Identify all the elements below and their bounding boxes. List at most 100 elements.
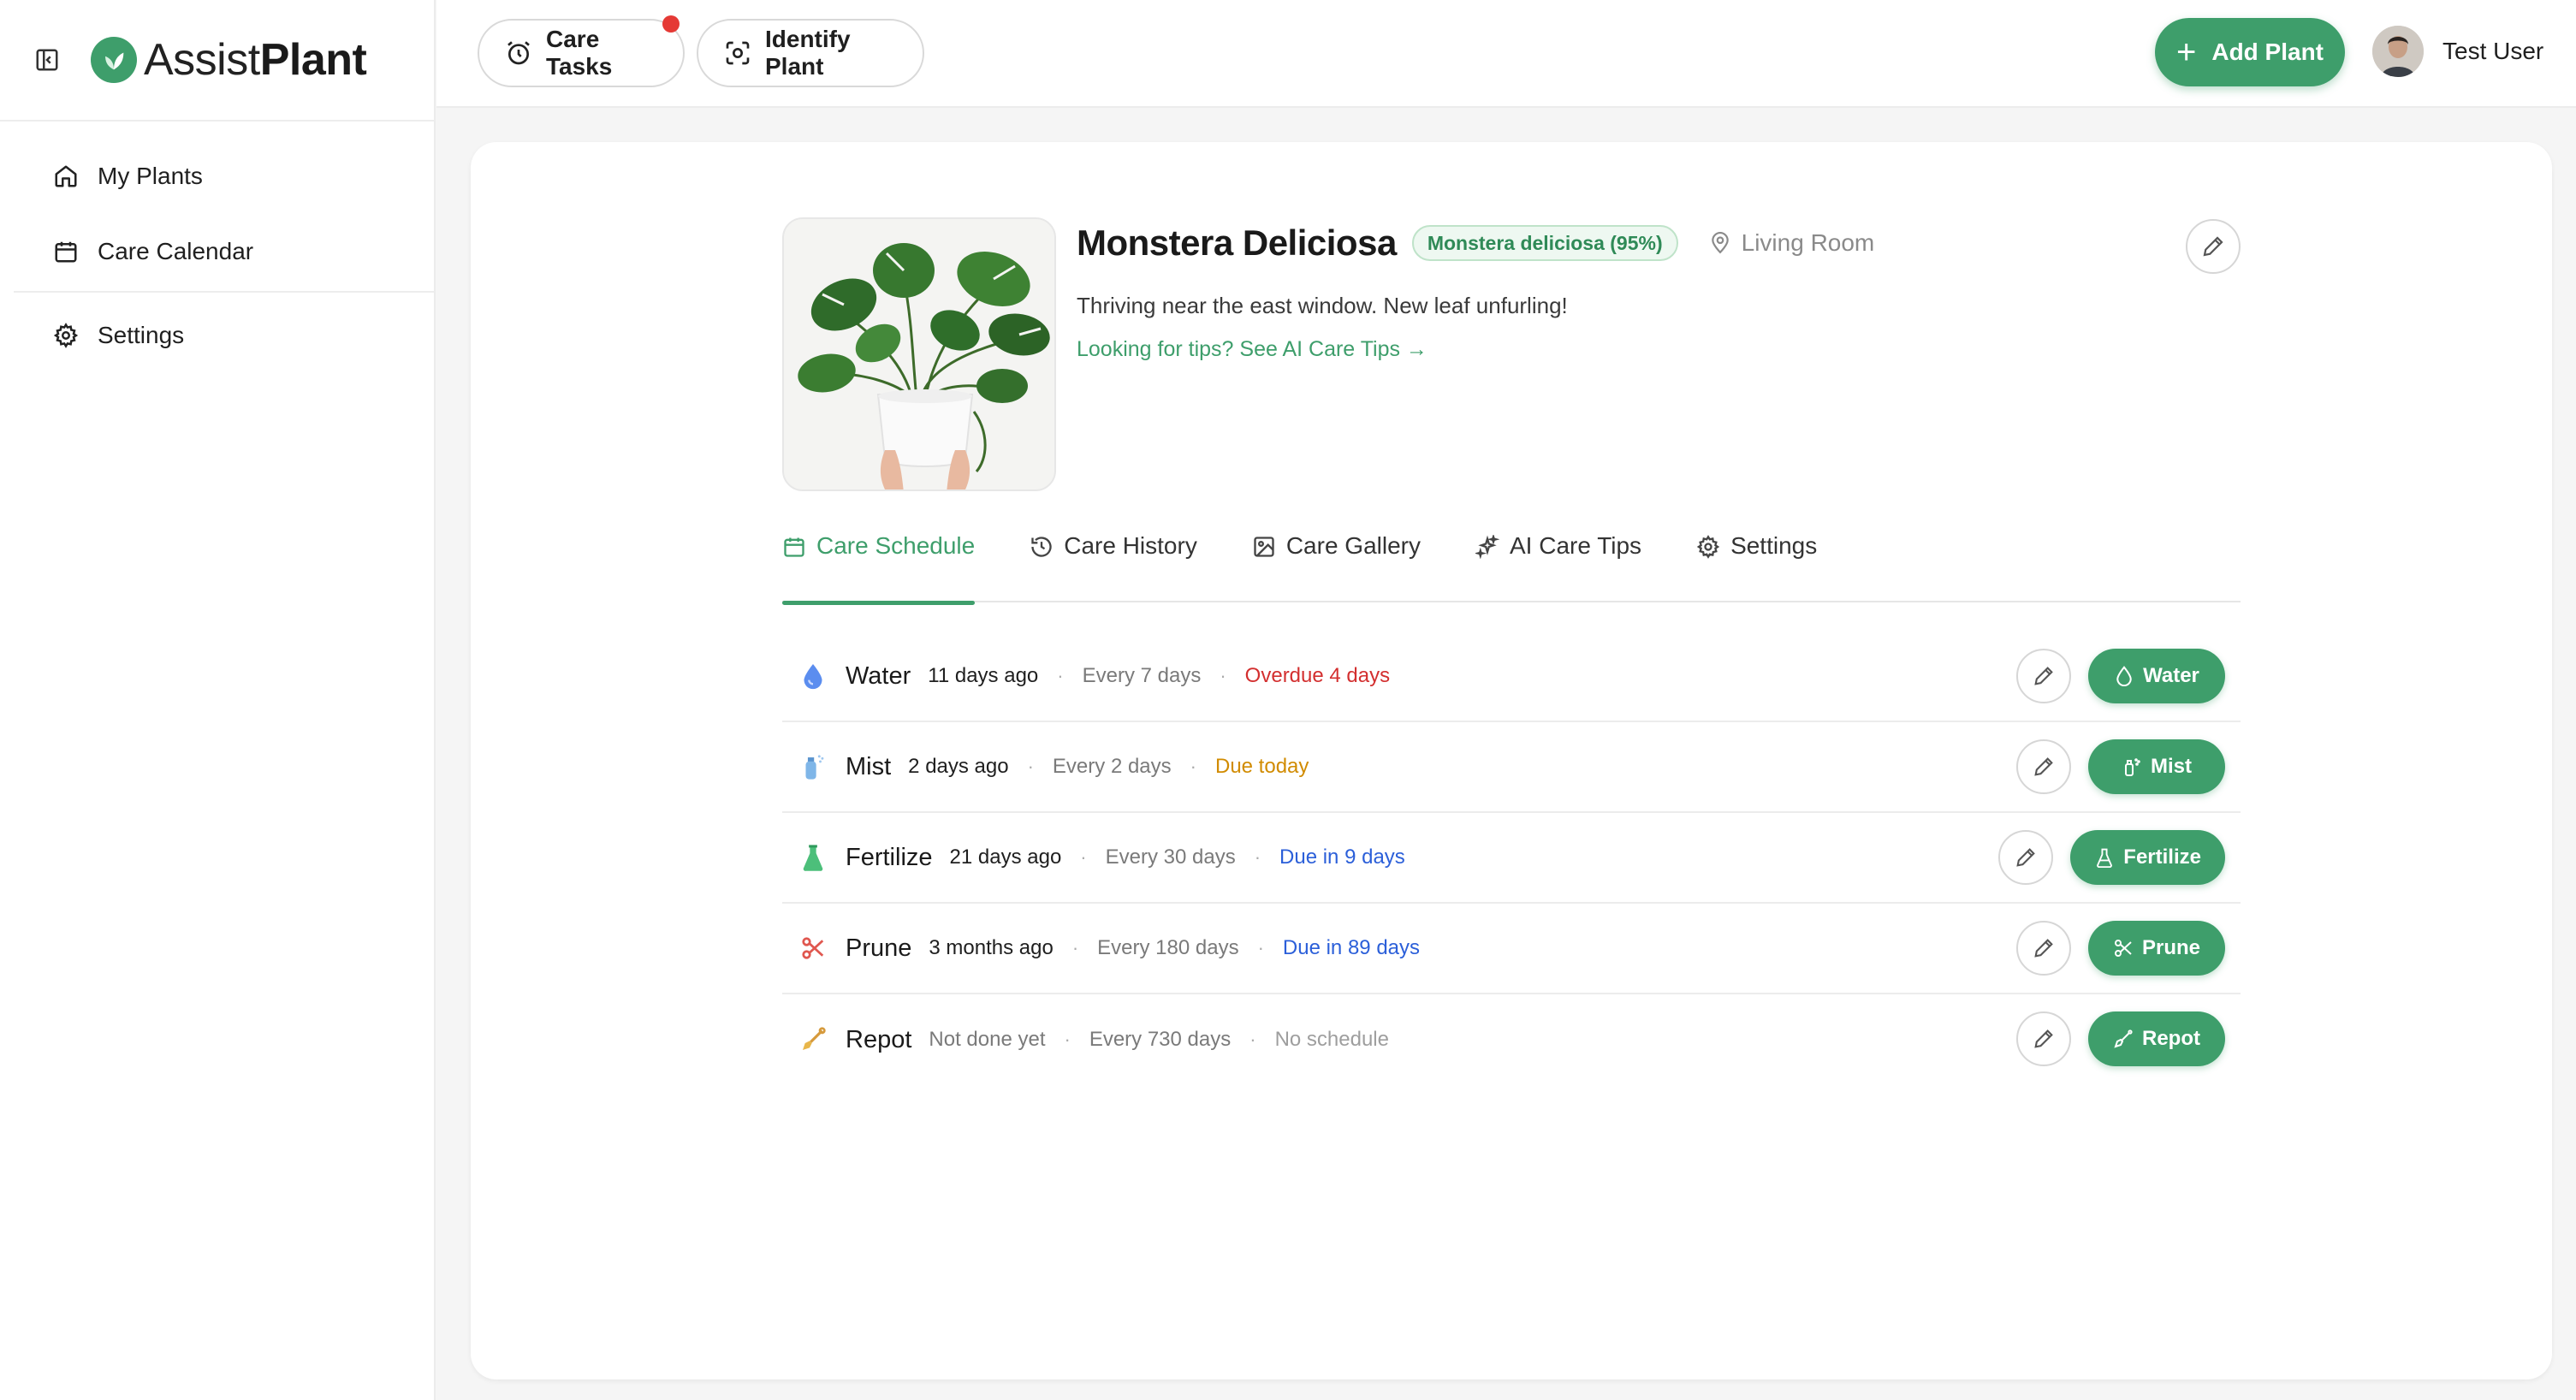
mist-button[interactable]: Mist [2088,739,2225,794]
tab-care-history[interactable]: Care History [1030,532,1197,602]
sidebar-item-label: Settings [98,322,185,348]
task-name: Prune [846,934,912,962]
tab-ai-care-tips[interactable]: AI Care Tips [1475,532,1641,602]
tab-care-schedule[interactable]: Care Schedule [782,532,976,605]
sparkles-icon [1475,534,1499,560]
sidebar-toggle-button[interactable] [33,45,62,74]
ai-care-tips-link[interactable]: Looking for tips? See AI Care Tips → [1077,337,1427,362]
tab-settings[interactable]: Settings [1696,532,1817,602]
edit-plant-button[interactable] [2186,219,2241,274]
prune-button[interactable]: Prune [2088,921,2225,976]
task-name: Repot [846,1025,912,1053]
button-label: Fertilize [2123,845,2201,869]
task-name: Mist [846,752,892,780]
flask-icon [2094,846,2115,869]
alarm-clock-icon [505,39,532,68]
plant-description: Thriving near the east window. New leaf … [1077,293,1568,318]
separator-dot: · [1071,937,1079,958]
plant-location: Living Room [1709,229,1875,257]
status-label: Due in 89 days [1282,936,1421,959]
repot-button[interactable]: Repot [2088,1011,2225,1066]
sidebar-toggle-icon [36,49,58,71]
pencil-icon [2034,1029,2053,1048]
map-pin-icon [1709,230,1733,256]
care-tasks-button[interactable]: Care Tasks [478,15,685,87]
water-button[interactable]: Water [2088,649,2225,703]
sidebar-item-settings[interactable]: Settings [0,298,434,373]
separator-dot: · [1190,756,1196,777]
tab-label: Care Schedule [816,532,976,559]
tab-label: AI Care Tips [1510,532,1642,559]
edit-schedule-button[interactable] [1998,830,2054,885]
edit-schedule-button[interactable] [2016,1011,2071,1066]
frequency: Every 2 days [1052,755,1172,778]
spray-bottle-icon [796,750,830,784]
pencil-icon [2203,236,2223,257]
avatar [2372,26,2424,77]
edit-schedule-button[interactable] [2016,921,2071,976]
last-done: 2 days ago [908,755,1009,778]
calendar-icon [51,237,80,266]
schedule-row-water: Water 11 days ago · Every 7 days · Overd… [782,632,2241,722]
fertilize-button[interactable]: Fertilize [2070,830,2225,885]
add-plant-button[interactable]: + Add Plant [2155,18,2345,86]
care-tasks-label: Care Tasks [546,26,613,80]
separator-dot: · [1220,665,1226,686]
tab-label: Settings [1730,532,1818,559]
plus-icon: + [2175,33,2197,71]
row-actions: Mist [2016,739,2225,794]
row-actions: Prune [2016,921,2225,976]
last-done: Not done yet [929,1028,1046,1051]
plant-header: Monstera Deliciosa Monstera deliciosa (9… [782,217,2241,491]
sidebar-item-care-calendar[interactable]: Care Calendar [0,214,434,289]
pencil-icon [2016,848,2036,867]
scissors-icon [2113,937,2134,959]
gear-icon [51,321,80,350]
status-label: Overdue 4 days [1244,664,1391,687]
edit-schedule-button[interactable] [2016,649,2071,703]
edit-schedule-button[interactable] [2016,739,2071,794]
schedule-row-repot: Repot Not done yet · Every 730 days · No… [782,994,2241,1085]
last-done: 3 months ago [929,936,1054,959]
identify-plant-button[interactable]: Identify Plant [697,19,924,87]
last-done: 11 days ago [928,664,1039,687]
add-plant-label: Add Plant [2211,39,2324,65]
spray-bottle-icon [2122,756,2142,778]
separator-dot: · [1080,846,1087,868]
pencil-icon [2034,757,2053,776]
frequency: Every 7 days [1082,664,1202,687]
row-actions: Water [2016,649,2225,703]
shovel-icon [2113,1028,2134,1050]
task-name: Water [846,661,911,690]
top-bar: Care Tasks Identify Plant + Add Plant Te… [436,0,2576,108]
separator-dot: · [1027,756,1034,777]
button-label: Mist [2151,755,2192,778]
calendar-icon [782,534,806,560]
app-logo[interactable]: AssistPlant [91,34,367,86]
tab-label: Care Gallery [1285,532,1421,559]
button-label: Prune [2141,936,2200,959]
button-label: Repot [2142,1027,2200,1050]
user-menu[interactable]: Test User [2372,26,2543,77]
separator-dot: · [1254,846,1261,868]
scissors-icon [796,931,830,965]
water-drop-icon [796,659,830,693]
location-label: Living Room [1741,229,1875,256]
history-icon [1030,534,1054,560]
logo-text-assist: Assist [144,35,260,85]
plant-photo[interactable] [782,217,1056,491]
home-icon [51,162,80,191]
water-drop-icon [2114,665,2134,687]
pencil-icon [2034,667,2053,685]
button-label: Water [2143,664,2199,687]
flask-icon [796,840,830,875]
sidebar-divider [14,291,434,293]
sidebar-item-label: Care Calendar [98,238,254,264]
care-schedule-list: Water 11 days ago · Every 7 days · Overd… [782,632,2241,1085]
sidebar-item-my-plants[interactable]: My Plants [0,139,434,214]
row-actions: Fertilize [1998,830,2225,885]
row-actions: Repot [2016,1011,2225,1066]
tab-care-gallery[interactable]: Care Gallery [1252,532,1421,602]
app-name: AssistPlant [144,34,367,86]
status-label: No schedule [1274,1028,1389,1051]
